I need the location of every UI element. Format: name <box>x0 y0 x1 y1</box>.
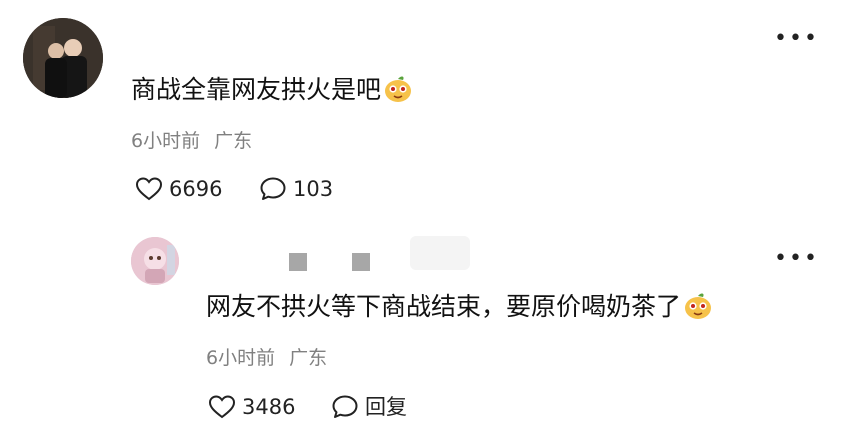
commenter-avatar[interactable] <box>23 18 103 98</box>
like-count: 6696 <box>169 177 223 201</box>
more-options-icon[interactable]: ••• <box>774 248 819 270</box>
reply-label: 回复 <box>365 395 407 419</box>
like-button[interactable]: 6696 <box>135 176 222 202</box>
reply-text: 网友不拱火等下商战结束，要原价喝奶茶了 <box>206 287 713 333</box>
reply-button[interactable]: 回复 <box>331 394 407 420</box>
comment-bubble-icon <box>260 177 286 200</box>
reply-meta: 6小时前 广东 <box>206 346 327 370</box>
reply-like-count: 3486 <box>242 395 296 419</box>
reply-text-content: 网友不拱火等下商战结束，要原价喝奶茶了 <box>206 292 682 321</box>
redacted-badge <box>410 236 470 270</box>
comment-meta: 6小时前 广东 <box>131 129 252 153</box>
comment-location: 广东 <box>214 130 253 152</box>
reply-location: 广东 <box>289 347 328 369</box>
reply-time: 6小时前 <box>206 347 276 369</box>
replier-avatar[interactable] <box>131 237 179 285</box>
heart-icon <box>208 395 236 419</box>
redacted-username-block <box>352 253 370 271</box>
comment-text-content: 商战全靠网友拱火是吧 <box>131 75 382 104</box>
redacted-username-block <box>289 253 307 271</box>
mango-face-emoji <box>683 291 713 333</box>
heart-icon <box>135 177 163 201</box>
more-options-icon[interactable]: ••• <box>774 28 819 50</box>
mango-face-emoji <box>383 74 413 116</box>
reply-count-button[interactable]: 103 <box>259 176 333 202</box>
comment-time: 6小时前 <box>131 130 201 152</box>
reply-like-button[interactable]: 3486 <box>208 394 295 420</box>
comment-text: 商战全靠网友拱火是吧 <box>131 70 413 116</box>
comment-bubble-icon <box>332 395 358 418</box>
reply-count: 103 <box>293 177 334 201</box>
